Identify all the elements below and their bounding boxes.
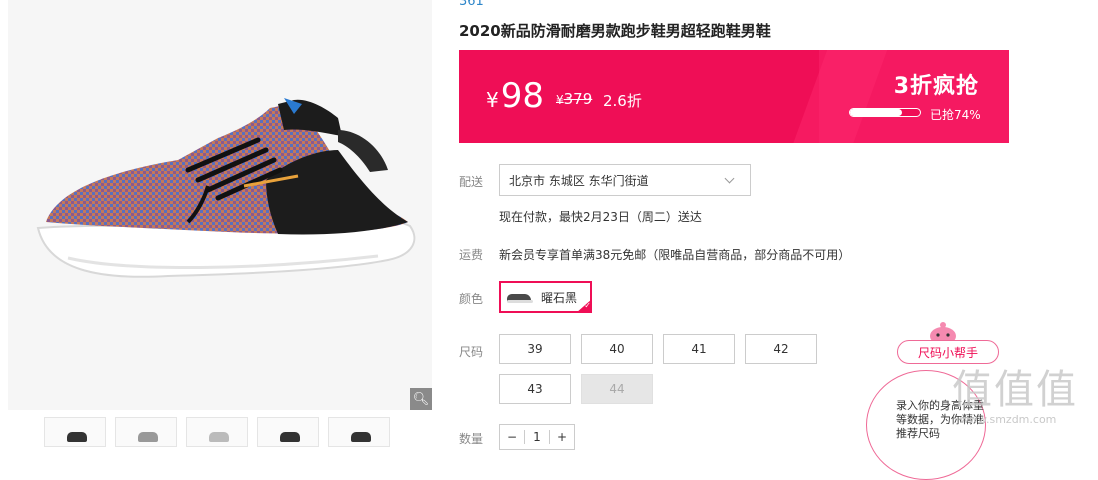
size-option-42[interactable]: 42 — [745, 334, 817, 364]
size-helper-text: 录入你的身高体重等数据，为你精准推荐尺码 — [896, 399, 984, 440]
color-option-label: 曜石黑 — [541, 290, 578, 305]
check-icon: ✓ — [576, 299, 592, 313]
size-option-label: 39 — [527, 342, 543, 356]
size-option-label: 41 — [691, 342, 707, 356]
delivery-label: 配送 — [459, 175, 484, 189]
thumbnail-strip — [44, 417, 390, 447]
size-option-39[interactable]: 39 — [499, 334, 571, 364]
shipping-fee-label: 运费 — [459, 248, 484, 262]
thumbnail[interactable] — [44, 417, 106, 447]
quantity-stepper[interactable]: − 1 + — [499, 424, 575, 450]
size-option-40[interactable]: 40 — [581, 334, 653, 364]
quantity-decrease-button[interactable]: − — [500, 430, 524, 444]
quantity-label: 数量 — [459, 432, 484, 446]
sold-progress-bar — [849, 108, 921, 117]
price-banner: ¥98 ¥379 2.6折 3折疯抢 已抢74% — [459, 50, 1009, 143]
original-price: ¥379 — [556, 90, 592, 108]
thumbnail-shoe-icon — [138, 432, 158, 442]
thumbnail[interactable] — [257, 417, 319, 447]
currency-symbol: ¥ — [556, 93, 564, 107]
delivery-estimate: 现在付款，最快2月23日（周二）送达 — [499, 210, 702, 224]
thumbnail-shoe-icon — [67, 432, 87, 442]
size-option-44-disabled: 44 — [581, 374, 653, 404]
zoom-icon: 🔍︎ — [412, 391, 430, 407]
current-price-value: 98 — [500, 76, 544, 116]
thumbnail-shoe-icon — [209, 432, 229, 442]
size-option-label: 44 — [609, 382, 625, 396]
product-image — [36, 98, 416, 278]
thumbnail[interactable] — [328, 417, 390, 447]
original-price-value: 379 — [563, 90, 593, 108]
thumbnail[interactable] — [115, 417, 177, 447]
chevron-down-icon — [724, 173, 735, 183]
size-label: 尺码 — [459, 345, 484, 359]
delivery-location-select[interactable]: 北京市 东城区 东华门街道 — [499, 164, 751, 196]
size-option-label: 43 — [527, 382, 543, 396]
color-option-selected[interactable]: 曜石黑 ✓ — [499, 281, 592, 313]
current-price: ¥98 — [486, 76, 544, 116]
flash-sale-title: 3折疯抢 — [893, 74, 979, 99]
quantity-increase-button[interactable]: + — [550, 430, 574, 444]
delivery-location-value: 北京市 东城区 东华门街道 — [509, 173, 649, 188]
thumbnail-shoe-icon — [280, 432, 300, 442]
product-gallery: 🔍︎ — [8, 0, 432, 410]
currency-symbol: ¥ — [486, 88, 499, 112]
product-title: 2020新品防滑耐磨男款跑步鞋男超轻跑鞋男鞋 — [459, 22, 771, 40]
thumbnail-shoe-icon — [351, 432, 371, 442]
color-label: 颜色 — [459, 292, 484, 306]
discount-label: 2.6折 — [603, 92, 642, 110]
size-option-label: 40 — [609, 342, 625, 356]
quantity-input[interactable]: 1 — [524, 430, 550, 444]
brand-link[interactable]: 361 — [459, 0, 484, 9]
sold-percent-text: 已抢74% — [930, 108, 981, 122]
shipping-fee-text: 新会员专享首单满38元免邮（限唯品自营商品，部分商品不可用） — [499, 248, 851, 262]
size-option-41[interactable]: 41 — [663, 334, 735, 364]
sold-progress-fill — [850, 109, 902, 116]
size-helper-button[interactable]: 尺码小帮手 — [897, 340, 999, 364]
zoom-button[interactable]: 🔍︎ — [410, 388, 432, 410]
size-option-label: 42 — [773, 342, 789, 356]
color-swatch-icon — [507, 290, 533, 304]
thumbnail[interactable] — [186, 417, 248, 447]
size-option-43[interactable]: 43 — [499, 374, 571, 404]
